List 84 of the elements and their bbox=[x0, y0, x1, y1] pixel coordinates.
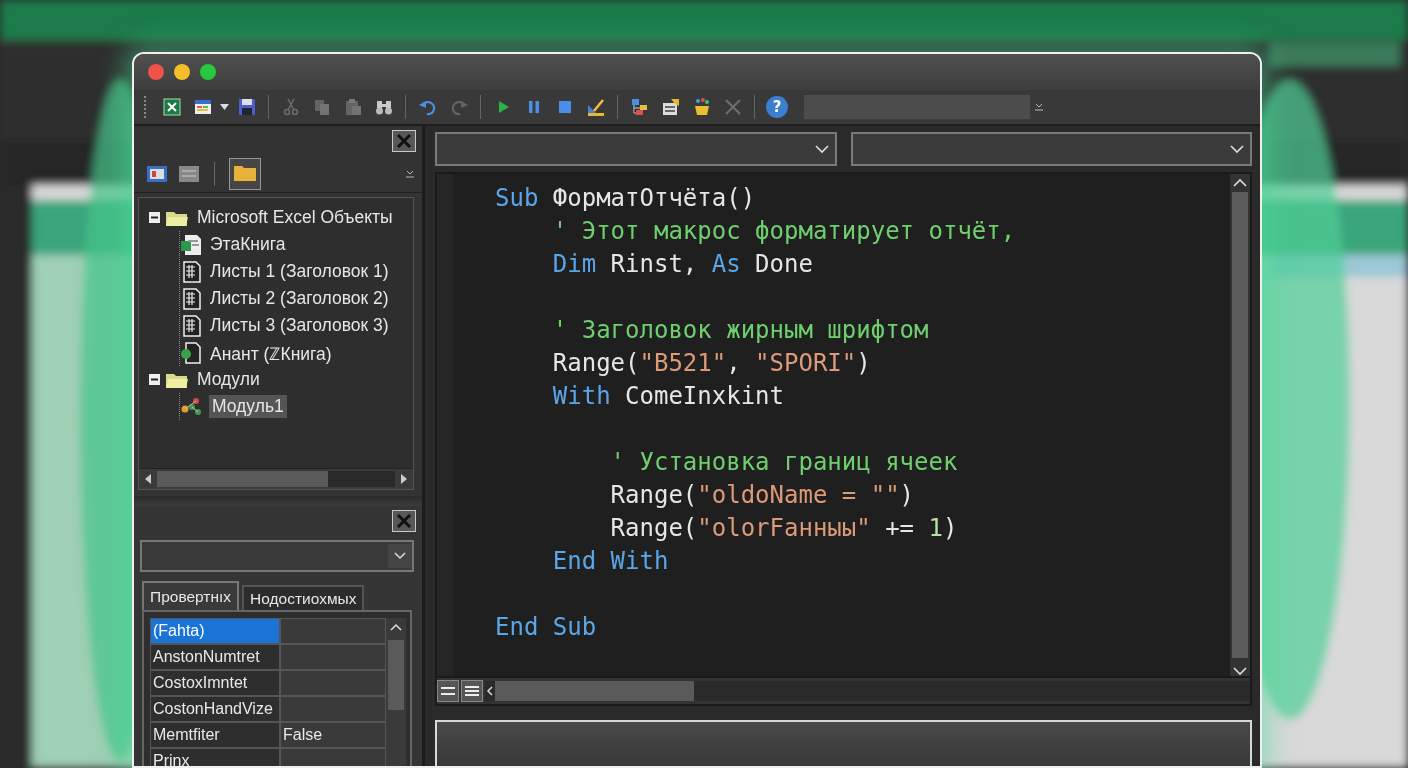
code-text: ' Заголовок жирным шрифтом bbox=[551, 316, 929, 344]
form-window-icon[interactable] bbox=[192, 97, 213, 117]
code-text: As bbox=[711, 250, 741, 278]
code-text: Dim bbox=[551, 250, 597, 278]
property-value-cell[interactable] bbox=[280, 696, 386, 722]
code-text: Range( bbox=[609, 514, 698, 542]
code-text: Rinst, bbox=[609, 250, 699, 278]
right-arrow-icon[interactable] bbox=[401, 474, 407, 484]
code-text: += bbox=[884, 514, 916, 542]
code-text: Range( bbox=[609, 481, 698, 509]
sheet-icon bbox=[180, 287, 202, 310]
vertical-scrollbar[interactable] bbox=[1230, 174, 1250, 676]
property-card-icon[interactable] bbox=[660, 97, 681, 117]
code-text: End With bbox=[551, 547, 669, 575]
property-name[interactable]: Prinx bbox=[150, 748, 280, 766]
help-button[interactable]: ? bbox=[766, 96, 788, 118]
code-text: ' Этот макрос форматирует отчёт, bbox=[551, 217, 1016, 245]
property-name[interactable]: (Fahta) bbox=[150, 618, 280, 644]
code-text: End Sub bbox=[495, 613, 597, 641]
sheet-icon bbox=[180, 314, 202, 337]
tree-item[interactable]: Модули bbox=[194, 368, 263, 391]
horizontal-scrollbar[interactable] bbox=[485, 681, 1250, 701]
code-text: ФорматОтчёта() bbox=[551, 184, 756, 212]
overflow-icon[interactable] bbox=[406, 169, 414, 179]
code-text: ' Установка границ ячеек bbox=[609, 448, 958, 476]
code-text: ) bbox=[856, 349, 871, 377]
property-value-cell[interactable] bbox=[280, 618, 386, 644]
left-arrow-icon[interactable] bbox=[145, 474, 151, 484]
code-text: "oldoName = "" bbox=[697, 481, 900, 509]
splitter-handle[interactable] bbox=[134, 496, 422, 506]
folder-toggle-button[interactable] bbox=[229, 158, 261, 190]
tree-item[interactable]: Листы 2 (Заголовок 2) bbox=[207, 287, 392, 310]
code-text: ComeInxkint bbox=[624, 382, 784, 410]
minimize-button[interactable] bbox=[174, 64, 190, 80]
code-text: Done bbox=[754, 250, 813, 278]
code-text: With bbox=[551, 382, 611, 410]
document-icon bbox=[180, 341, 202, 364]
module-icon bbox=[180, 396, 204, 417]
procedure-view-button[interactable] bbox=[437, 680, 459, 702]
three-lines-icon[interactable] bbox=[465, 685, 479, 697]
chevron-down-icon[interactable] bbox=[814, 144, 829, 154]
code-text: ) bbox=[942, 514, 958, 542]
view-object-icon[interactable] bbox=[178, 165, 200, 183]
chevron-down-icon[interactable] bbox=[1233, 666, 1247, 676]
horizontal-scrollbar[interactable] bbox=[139, 468, 413, 489]
code-text: , bbox=[726, 349, 742, 377]
code-text: ) bbox=[899, 481, 915, 509]
chevron-up-icon[interactable] bbox=[1233, 178, 1247, 188]
code-text: "SPORI" bbox=[755, 349, 857, 377]
ruler-pencil-icon[interactable] bbox=[585, 97, 606, 117]
property-name[interactable]: CostoxImntet bbox=[150, 670, 280, 696]
property-value-cell[interactable] bbox=[280, 644, 386, 670]
sheet-icon bbox=[180, 260, 202, 283]
tree-item[interactable]: Microsoft Excel Объекты bbox=[194, 206, 396, 229]
view-code-icon[interactable] bbox=[146, 165, 168, 183]
code-text: "olorFанныы" bbox=[697, 514, 871, 542]
project-tree-icon[interactable] bbox=[629, 97, 650, 117]
maximize-button[interactable] bbox=[200, 64, 216, 80]
property-name[interactable]: Memtfiter bbox=[150, 722, 280, 748]
spreadsheet-icon[interactable] bbox=[161, 97, 182, 117]
tree-item[interactable]: Анант (ℤКнига) bbox=[207, 339, 335, 366]
code-text: Range( bbox=[551, 349, 640, 377]
overflow-icon[interactable] bbox=[1035, 102, 1043, 112]
code-text: Sub bbox=[495, 184, 539, 212]
code-text: 1 bbox=[928, 514, 943, 542]
chevron-down-icon[interactable] bbox=[394, 552, 406, 560]
workbook-icon bbox=[180, 233, 202, 256]
tree-item[interactable]: Листы 1 (Заголовок 1) bbox=[207, 260, 392, 283]
tree-item[interactable]: ЭтаКнига bbox=[207, 233, 289, 256]
property-value-cell[interactable] bbox=[280, 670, 386, 696]
tree-item[interactable]: Модуль1 bbox=[209, 395, 287, 418]
module-view-button[interactable] bbox=[461, 680, 483, 702]
two-lines-icon[interactable] bbox=[441, 686, 455, 696]
save-icon[interactable] bbox=[236, 97, 257, 117]
property-value[interactable]: False bbox=[280, 722, 386, 748]
tab[interactable]: Провертнıх bbox=[142, 581, 240, 610]
caret-icon[interactable] bbox=[220, 104, 229, 110]
property-name[interactable]: AnstonNumtret bbox=[150, 644, 280, 670]
code-text: "B521" bbox=[639, 349, 727, 377]
chevron-down-icon[interactable] bbox=[1230, 144, 1244, 154]
tab[interactable]: Нодостиохмых bbox=[242, 585, 365, 610]
property-name[interactable]: CostonHandVize bbox=[150, 696, 280, 722]
tree-item[interactable]: Листы 3 (Заголовок 3) bbox=[207, 314, 392, 337]
vertical-scrollbar[interactable] bbox=[386, 618, 406, 766]
